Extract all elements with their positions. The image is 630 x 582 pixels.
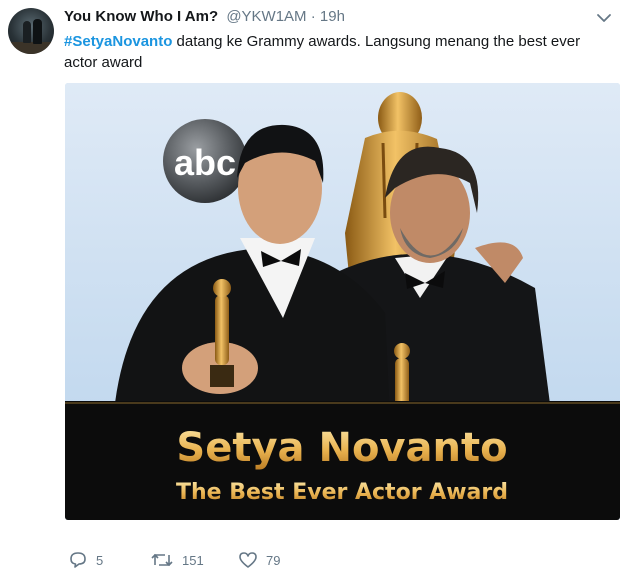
- abc-logo-text: abc: [174, 142, 236, 183]
- tweet-header: You Know Who I Am? @YKW1AM · 19h: [64, 8, 618, 28]
- avatar-figure: [33, 19, 42, 44]
- avatar-figure: [23, 21, 31, 43]
- hashtag-link[interactable]: #SetyaNovanto: [64, 33, 172, 50]
- photo-scene: abc Setya Novanto The Best Ever Actor Aw…: [65, 83, 620, 520]
- timestamp[interactable]: 19h: [320, 8, 345, 25]
- display-name[interactable]: You Know Who I Am?: [64, 8, 218, 25]
- avatar[interactable]: [8, 8, 54, 54]
- retweet-count: 151: [182, 552, 204, 568]
- tweet-text: #SetyaNovanto datang ke Grammy awards. L…: [64, 31, 604, 73]
- caption-subtitle: The Best Ever Actor Award: [176, 480, 508, 505]
- user-handle[interactable]: @YKW1AM: [226, 8, 306, 25]
- heart-icon: [239, 552, 257, 568]
- reply-icon: [70, 552, 86, 568]
- retweet-button[interactable]: 151: [150, 551, 204, 569]
- avatar-ground: [8, 42, 54, 54]
- reply-count: 5: [96, 552, 104, 568]
- tweet-image[interactable]: abc Setya Novanto The Best Ever Actor Aw…: [65, 83, 620, 520]
- chevron-down-icon[interactable]: [596, 12, 612, 24]
- retweet-icon: [151, 553, 173, 567]
- caption-title: Setya Novanto: [176, 425, 507, 471]
- like-button[interactable]: 79: [238, 551, 280, 569]
- like-count: 79: [266, 552, 281, 568]
- separator-dot: ·: [310, 8, 316, 25]
- reply-button[interactable]: 5: [68, 551, 103, 569]
